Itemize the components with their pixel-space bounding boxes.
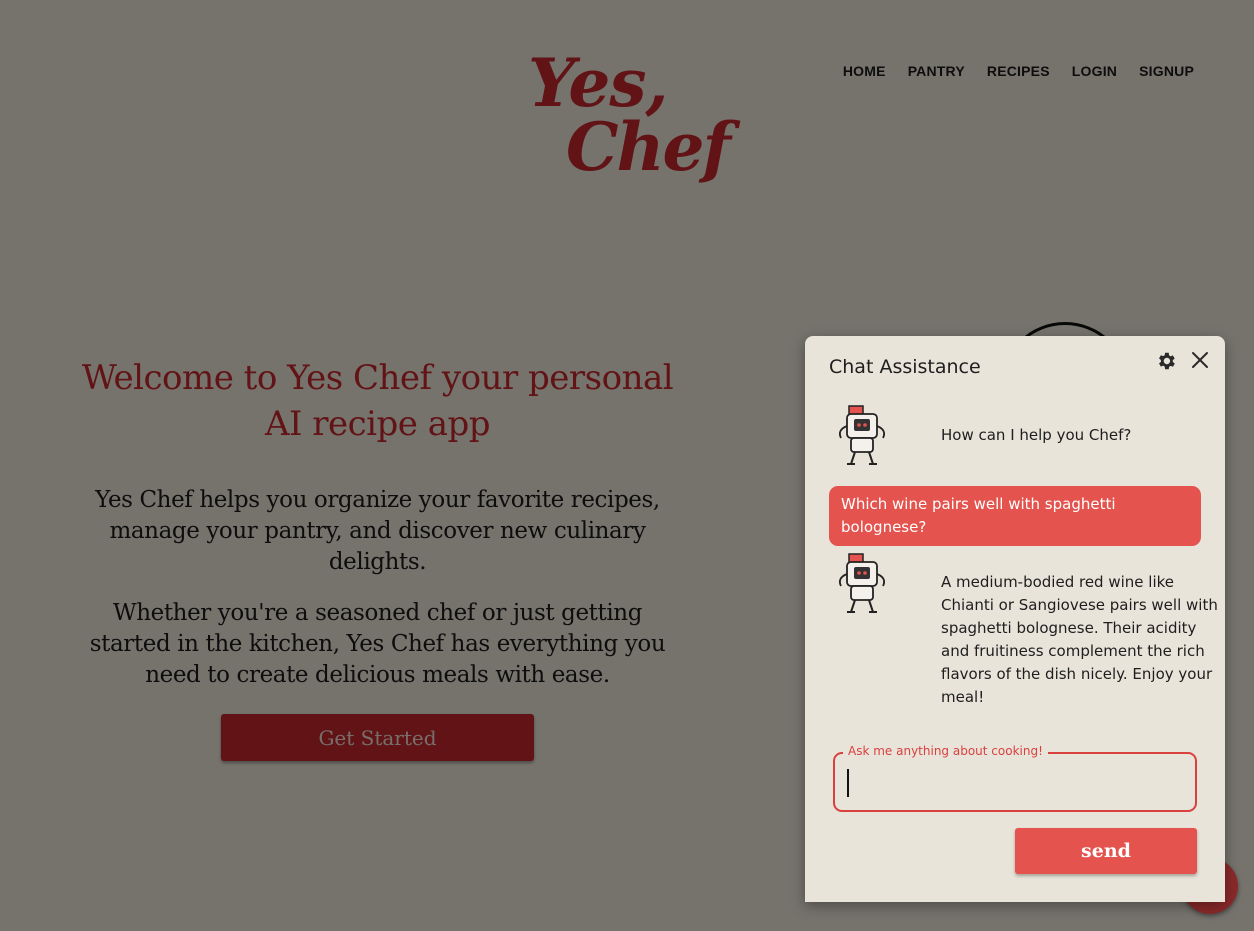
- chat-input-field[interactable]: Ask me anything about cooking!: [833, 744, 1197, 812]
- text-caret: [847, 769, 849, 797]
- chat-input[interactable]: [845, 764, 1179, 802]
- chat-title: Chat Assistance: [829, 356, 981, 378]
- send-button[interactable]: send: [1015, 828, 1197, 874]
- chat-message-text: A medium-bodied red wine like Chianti or…: [941, 573, 1218, 706]
- robot-chef-icon: [838, 553, 886, 613]
- chat-message-text: How can I help you Chef?: [941, 426, 1132, 444]
- robot-chef-icon: [838, 405, 886, 465]
- chat-message-user: Which wine pairs well with spaghetti bol…: [829, 486, 1201, 546]
- close-icon[interactable]: [1190, 350, 1210, 370]
- gear-icon[interactable]: [1155, 350, 1177, 372]
- chat-input-label: Ask me anything about cooking!: [843, 744, 1048, 758]
- chat-panel: Chat Assistance How can I help you Chef?…: [805, 336, 1225, 902]
